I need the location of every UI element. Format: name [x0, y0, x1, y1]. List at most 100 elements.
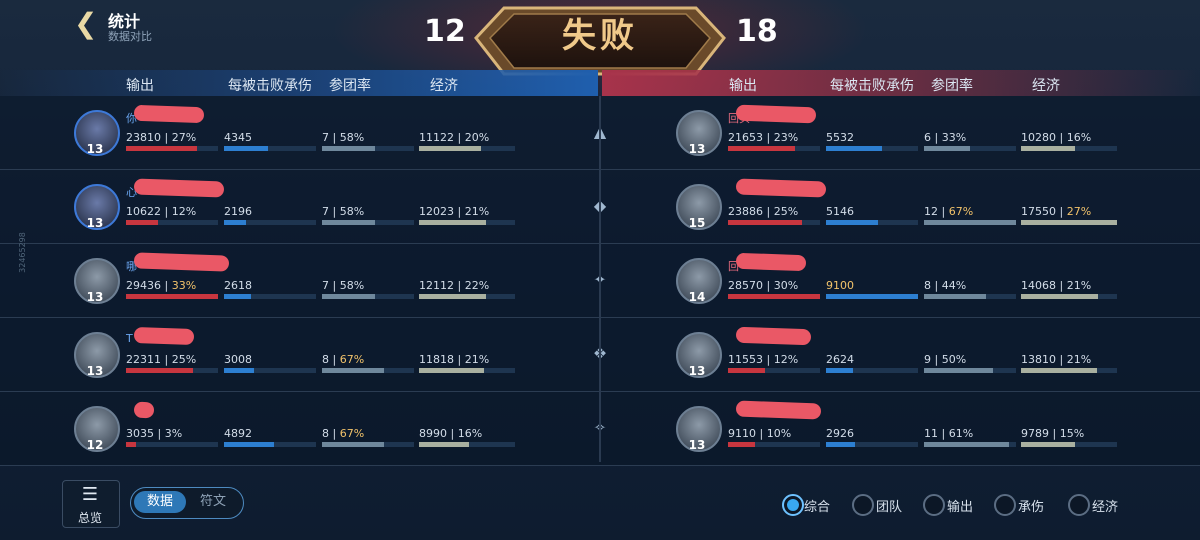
- kill-participation-bar: [924, 220, 1016, 225]
- damage-bar-fill: [126, 368, 193, 373]
- filter-label[interactable]: 团队: [876, 496, 902, 515]
- kill-participation-bar-fill: [924, 220, 1016, 225]
- name-redaction: [133, 326, 195, 346]
- gold-bar-fill: [419, 146, 481, 151]
- level-badge: 14: [688, 290, 706, 304]
- col-header-gold: 经济: [1032, 78, 1060, 94]
- gold-bar: [1021, 368, 1117, 373]
- kill-participation-bar: [322, 146, 414, 151]
- kill-participation-value: 11 | 61%: [924, 427, 974, 440]
- tank-bar: [224, 368, 316, 373]
- tank-value: 2926: [826, 427, 854, 440]
- kill-participation-bar: [924, 146, 1016, 151]
- filter-radio[interactable]: [852, 494, 874, 516]
- gold-bar-fill: [1021, 442, 1075, 447]
- kill-participation-value: 7 | 58%: [322, 205, 365, 218]
- col-header-damage: 输出: [729, 78, 757, 94]
- damage-value: 28570 | 30%: [728, 279, 799, 292]
- gold-bar-fill: [419, 220, 486, 225]
- gold-value: 12023 | 21%: [419, 205, 490, 218]
- filter-label[interactable]: 经济: [1092, 496, 1118, 515]
- gold-value: 9789 | 15%: [1021, 427, 1085, 440]
- damage-bar: [728, 368, 820, 373]
- center-divider: [599, 96, 601, 462]
- kill-participation-bar-fill: [322, 146, 375, 151]
- filter-radio[interactable]: [1068, 494, 1090, 516]
- filter-label[interactable]: 承伤: [1018, 496, 1044, 515]
- damage-value: 29436 | 33%: [126, 279, 197, 292]
- gold-bar-fill: [1021, 294, 1098, 299]
- kill-participation-value: 6 | 33%: [924, 131, 967, 144]
- name-redaction: [735, 178, 827, 198]
- match-result: 失败: [562, 16, 638, 56]
- name-redaction: [133, 104, 205, 124]
- name-redaction: [133, 401, 155, 419]
- damage-bar: [126, 146, 218, 151]
- tank-bar-fill: [826, 442, 855, 447]
- kill-participation-value: 9 | 50%: [924, 353, 967, 366]
- side-code: 32465298: [17, 232, 27, 273]
- gold-bar-fill: [419, 294, 486, 299]
- tank-value: 3008: [224, 353, 252, 366]
- level-badge: 13: [86, 142, 104, 156]
- gold-bar: [419, 368, 515, 373]
- col-header-gold: 经济: [430, 78, 458, 94]
- damage-value: 11553 | 12%: [728, 353, 799, 366]
- tank-value: 2618: [224, 279, 252, 292]
- tank-bar-fill: [826, 146, 882, 151]
- tank-value: 5146: [826, 205, 854, 218]
- tab-rune[interactable]: 符文: [188, 491, 238, 513]
- kill-participation-value: 8 | 67%: [322, 427, 365, 440]
- filter-radio[interactable]: [782, 494, 804, 516]
- damage-bar-fill: [728, 368, 765, 373]
- tank-bar: [826, 294, 918, 299]
- tank-bar-fill: [224, 220, 246, 225]
- list-icon: ☰: [81, 484, 99, 505]
- gold-bar: [1021, 220, 1117, 225]
- level-badge: 13: [86, 216, 104, 230]
- filter-label[interactable]: 输出: [947, 496, 973, 515]
- back-button[interactable]: ❮: [74, 10, 100, 38]
- level-badge: 13: [86, 364, 104, 378]
- damage-bar: [728, 146, 820, 151]
- tank-bar: [826, 220, 918, 225]
- col-header-kp: 参团率: [329, 78, 371, 94]
- gold-bar-fill: [419, 368, 484, 373]
- gold-value: 11122 | 20%: [419, 131, 490, 144]
- damage-bar: [126, 442, 218, 447]
- tank-bar-fill: [826, 220, 878, 225]
- page-subtitle: 数据对比: [108, 30, 152, 43]
- level-badge: 12: [86, 438, 104, 452]
- score-left: 12: [424, 14, 466, 49]
- tank-bar: [224, 220, 316, 225]
- kill-participation-bar-fill: [924, 442, 1009, 447]
- col-header-tank: 每被击败承伤: [228, 78, 312, 94]
- tank-value: 9100: [826, 279, 854, 292]
- gold-value: 13810 | 21%: [1021, 353, 1092, 366]
- damage-bar: [126, 220, 218, 225]
- tank-value: 5532: [826, 131, 854, 144]
- gold-bar-fill: [1021, 368, 1097, 373]
- tank-bar-fill: [224, 294, 251, 299]
- damage-bar: [728, 220, 820, 225]
- tank-bar-fill: [224, 368, 254, 373]
- kill-participation-value: 7 | 58%: [322, 131, 365, 144]
- tank-bar: [826, 146, 918, 151]
- level-badge: 13: [688, 142, 706, 156]
- gold-bar: [1021, 146, 1117, 151]
- damage-bar: [728, 442, 820, 447]
- kill-participation-bar-fill: [924, 368, 993, 373]
- damage-value: 9110 | 10%: [728, 427, 792, 440]
- name-redaction: [735, 326, 812, 346]
- gold-bar-fill: [419, 442, 469, 447]
- damage-bar-fill: [126, 294, 218, 299]
- tank-bar-fill: [826, 294, 918, 299]
- gold-value: 8990 | 16%: [419, 427, 483, 440]
- filter-label[interactable]: 综合: [804, 496, 830, 515]
- score-right: 18: [736, 14, 778, 49]
- tab-data[interactable]: 数据: [134, 491, 186, 513]
- tank-bar-fill: [826, 368, 853, 373]
- filter-radio[interactable]: [994, 494, 1016, 516]
- gold-bar: [1021, 294, 1117, 299]
- filter-radio[interactable]: [923, 494, 945, 516]
